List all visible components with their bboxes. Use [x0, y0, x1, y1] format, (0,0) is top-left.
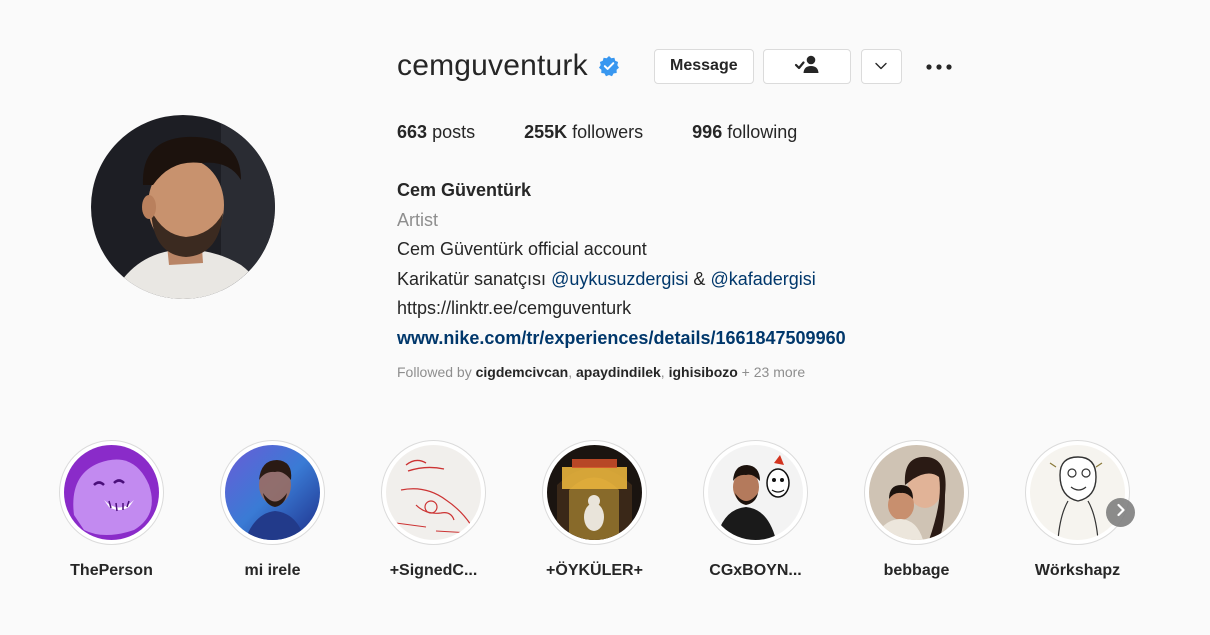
followed-by[interactable]: Followed by cigdemcivcan, apaydindilek, … [397, 364, 805, 380]
more-options-button[interactable] [924, 51, 954, 81]
profile-avatar[interactable] [91, 115, 275, 299]
message-button[interactable]: Message [653, 48, 754, 84]
profile-stats: 663 posts 255K followers 996 following [397, 122, 846, 143]
avatar-image [91, 115, 275, 299]
highlight-ring[interactable] [59, 440, 164, 545]
bio-line-2-prefix: Karikatür sanatçısı [397, 268, 552, 289]
followed-by-user[interactable]: apaydindilek [576, 364, 661, 380]
highlight-item[interactable]: mi irele [219, 440, 326, 580]
following-label[interactable]: following [727, 122, 797, 142]
highlight-cover [225, 445, 320, 540]
bio-line-2-join: & [688, 268, 711, 289]
chevron-down-icon [875, 57, 888, 75]
username: cemguventurk [397, 49, 588, 82]
suggested-dropdown-button[interactable] [860, 48, 902, 84]
category-label: Artist [397, 209, 439, 230]
mention-uykusuzdergisi[interactable]: @uykusuzdergisi [551, 269, 688, 289]
highlight-label[interactable]: Wörkshapz [1035, 562, 1120, 580]
highlight-label[interactable]: bebbage [884, 562, 950, 580]
following-stat[interactable]: 996 following [692, 122, 797, 143]
highlight-ring[interactable] [703, 440, 808, 545]
profile-header: cemguventurk Message [397, 46, 954, 86]
highlight-item[interactable]: +ÖYKÜLER+ [541, 440, 648, 580]
following-button[interactable] [762, 48, 851, 84]
highlight-cover [386, 445, 481, 540]
followed-by-user[interactable]: cigdemcivcan [476, 364, 569, 380]
highlight-ring[interactable] [542, 440, 647, 545]
posts-label: posts [432, 122, 476, 142]
more-options-icon [926, 57, 952, 75]
following-count[interactable]: 996 [692, 122, 722, 142]
posts-stat: 663 posts [397, 122, 475, 143]
highlight-ring[interactable] [864, 440, 969, 545]
highlight-item[interactable]: bebbage [863, 440, 970, 580]
story-highlights: ThePerson mi irele +SignedC... +ÖYKÜLER+… [58, 440, 1131, 580]
highlight-item[interactable]: ThePerson [58, 440, 165, 580]
highlight-label[interactable]: mi irele [244, 562, 300, 580]
verified-badge-icon [598, 55, 620, 77]
followed-by-user[interactable]: ighisibozo [669, 364, 738, 380]
highlight-ring[interactable] [1025, 440, 1130, 545]
highlight-label[interactable]: +ÖYKÜLER+ [546, 562, 643, 580]
highlight-cover [869, 445, 964, 540]
highlight-label[interactable]: ThePerson [70, 562, 153, 580]
full-name: Cem Güventürk [397, 180, 532, 200]
highlight-ring[interactable] [220, 440, 325, 545]
mention-kafadergisi[interactable]: @kafadergisi [710, 269, 815, 289]
profile-bio: Cem Güventürk Artist Cem Güventürk offic… [397, 176, 846, 353]
highlight-item[interactable]: CGxBOYN... [702, 440, 809, 580]
highlight-label[interactable]: +SignedC... [390, 562, 478, 580]
following-check-icon [794, 54, 820, 79]
highlight-item[interactable]: +SignedC... [380, 440, 487, 580]
followed-by-prefix: Followed by [397, 364, 476, 380]
followers-count[interactable]: 255K [524, 122, 567, 142]
bio-line-1: Cem Güventürk official account [397, 239, 647, 259]
followers-stat[interactable]: 255K followers [524, 122, 643, 143]
bio-line-2: Karikatür sanatçısı @uykusuzdergisi & @k… [397, 265, 846, 295]
posts-count: 663 [397, 122, 428, 142]
highlight-ring[interactable] [381, 440, 486, 545]
highlight-cover [1030, 445, 1125, 540]
followed-by-suffix[interactable]: + 23 more [738, 364, 805, 380]
highlight-cover [547, 445, 642, 540]
highlight-label[interactable]: CGxBOYN... [709, 562, 801, 580]
website-link[interactable]: www.nike.com/tr/experiences/details/1661… [397, 324, 846, 354]
highlights-next-button[interactable] [1106, 498, 1135, 527]
followers-label[interactable]: followers [572, 122, 643, 142]
chevron-right-icon [1116, 503, 1126, 522]
highlight-cover [64, 445, 159, 540]
highlight-cover [708, 445, 803, 540]
bio-line-3: https://linktr.ee/cemguventurk [397, 298, 632, 318]
